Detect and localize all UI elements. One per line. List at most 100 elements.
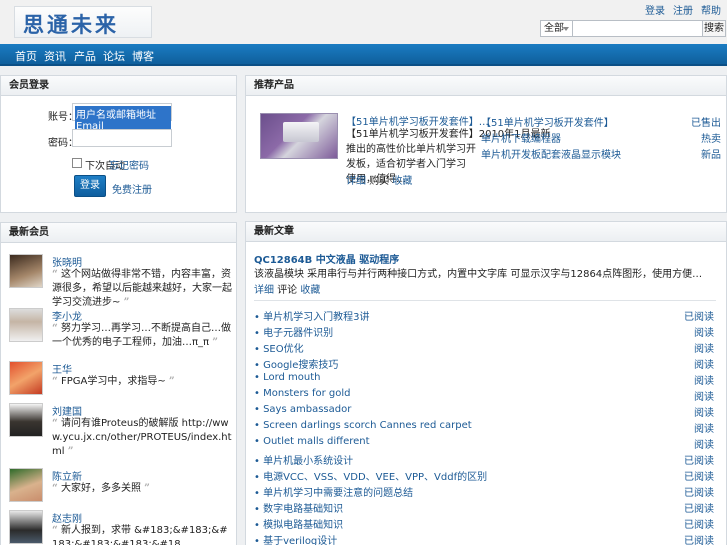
product-actions: 详细 购买 收藏 [346, 174, 412, 189]
product-fav-link[interactable]: 收藏 [392, 176, 412, 187]
article-comment-link[interactable]: 评论 [277, 285, 297, 296]
article-fav-link[interactable]: 收藏 [300, 285, 320, 296]
article-actions: 详细 评论 收藏 [254, 281, 320, 296]
article-title[interactable]: 电子元器件识别 [263, 328, 333, 339]
help-link[interactable]: 帮助 [701, 2, 721, 17]
article-title[interactable]: 电源VCC、VSS、VDD、VEE、VPP、Vddf的区别 [263, 472, 487, 483]
bullet-icon: • [254, 456, 264, 467]
list-item[interactable]: • Lord mouth 阅读 [254, 372, 714, 387]
search-scope-value: 全部 [544, 23, 564, 34]
user-status: “ 这个网站做得非常不错，内容丰富，资源很多，希望以后能越来越好，大家一起学习交… [52, 269, 232, 308]
user-name[interactable]: 王华 [52, 361, 72, 376]
article-title[interactable]: Screen darlings scorch Cannes red carpet [263, 420, 472, 431]
chevron-down-icon [563, 27, 569, 31]
list-item[interactable]: • 单片机学习中需要注意的问题总结 已阅读 [254, 484, 714, 499]
bullet-icon: • [254, 360, 264, 371]
list-item[interactable]: • Says ambassador 阅读 [254, 404, 714, 419]
list-item[interactable]: • 模拟电路基础知识 已阅读 [254, 516, 714, 531]
article-title[interactable]: 模拟电路基础知识 [263, 520, 343, 531]
article-title[interactable]: Outlet malls different [263, 436, 369, 447]
nav-item-blog[interactable]: 博客 [132, 48, 154, 64]
article-count: 已阅读 [684, 504, 714, 515]
article-title[interactable]: Says ambassador [263, 404, 351, 415]
login-button[interactable]: 登录 [74, 175, 106, 197]
list-item[interactable]: 【51单片机学习板开发套件】 已售出 [481, 114, 721, 129]
article-headline[interactable]: QC12864B 中文液晶 驱动程序 [254, 251, 399, 266]
products-panel: 推荐产品 【51单片机学习板开发套件】… 【51单片机学习板开发套件】2010年… [245, 75, 727, 213]
article-title[interactable]: SEO优化 [263, 344, 304, 355]
avatar[interactable] [9, 468, 43, 502]
product-detail-link[interactable]: 详细 [346, 176, 366, 187]
product-image[interactable] [260, 113, 338, 159]
avatar[interactable] [9, 254, 43, 288]
users-panel-title: 最新会员 [1, 223, 236, 243]
article-count: 阅读 [694, 360, 714, 371]
article-detail-link[interactable]: 详细 [254, 285, 274, 296]
site-logo[interactable]: 思通未来 [14, 6, 152, 38]
article-count: 阅读 [694, 424, 714, 435]
user-status: “ 努力学习…再学习…不断提高自己…做一个优秀的电子工程师，加油…π_π ” [52, 323, 231, 348]
product-title[interactable]: 【51单片机学习板开发套件】… [346, 113, 489, 128]
user-status: “ 请问有谁Proteus的破解版 http://www.ycu.jx.cn/o… [52, 418, 232, 457]
article-title[interactable]: Google搜索技巧 [263, 360, 338, 371]
remember-checkbox[interactable] [72, 158, 82, 168]
list-item[interactable]: • 电子元器件识别 阅读 [254, 324, 714, 339]
nav-item-products[interactable]: 产品 [74, 48, 96, 64]
bullet-icon: • [254, 344, 264, 355]
list-item[interactable]: • Screen darlings scorch Cannes red carp… [254, 420, 714, 435]
search-scope-select[interactable]: 全部 [540, 20, 573, 37]
list-item[interactable]: • SEO优化 阅读 [254, 340, 714, 355]
forgot-password-link[interactable]: 忘记密码 [109, 157, 149, 172]
list-item[interactable]: • 基于verilog设计 已阅读 [254, 532, 714, 545]
list-item[interactable]: • 电源VCC、VSS、VDD、VEE、VPP、Vddf的区别 已阅读 [254, 468, 714, 483]
search-input[interactable] [573, 20, 703, 37]
nav-item-home[interactable]: 首页 [15, 48, 37, 64]
article-summary: 该液晶模块 采用串行与并行两种接口方式，内置中文字库 可显示汉字与12864点阵… [254, 269, 703, 280]
user-name[interactable]: 张晓明 [52, 254, 82, 269]
list-item[interactable]: 单片机下载编程器 热卖 [481, 130, 721, 145]
product-buy-link[interactable]: 购买 [369, 176, 389, 187]
username-field[interactable]: 用户名或邮箱地址Email [72, 103, 172, 132]
list-item[interactable]: • 单片机学习入门教程3讲 已阅读 [254, 308, 714, 323]
bullet-icon: • [254, 436, 264, 447]
user-name[interactable]: 李小龙 [52, 308, 82, 323]
article-title[interactable]: 单片机最小系统设计 [263, 456, 353, 467]
article-count: 阅读 [694, 344, 714, 355]
article-title[interactable]: 单片机学习中需要注意的问题总结 [263, 488, 413, 499]
article-count: 阅读 [694, 408, 714, 419]
list-item[interactable]: • 数字电路基础知识 已阅读 [254, 500, 714, 515]
bullet-icon: • [254, 488, 264, 499]
avatar[interactable] [9, 361, 43, 395]
register-link[interactable]: 注册 [673, 2, 693, 17]
article-count: 阅读 [694, 328, 714, 339]
nav-item-news[interactable]: 资讯 [44, 48, 66, 64]
bullet-icon: • [254, 504, 264, 515]
password-field[interactable] [72, 129, 172, 147]
article-title[interactable]: Lord mouth [263, 372, 320, 383]
user-status: “ 新人报到，求带 &#183;&#183;&#183;&#183;&#183;… [52, 525, 228, 545]
nav-item-forum[interactable]: 论坛 [103, 48, 125, 64]
user-name[interactable]: 陈立新 [52, 468, 82, 483]
user-name[interactable]: 赵志刚 [52, 510, 82, 525]
main-nav: 首页 资讯 产品 论坛 博客 [0, 44, 727, 66]
article-title[interactable]: 基于verilog设计 [263, 536, 337, 545]
top-links: 登录 注册 帮助 [645, 2, 721, 17]
avatar[interactable] [9, 308, 43, 342]
avatar[interactable] [9, 510, 43, 544]
avatar[interactable] [9, 403, 43, 437]
article-title[interactable]: 单片机学习入门教程3讲 [263, 312, 369, 323]
list-item[interactable]: 单片机开发板配套液晶显示模块 新品 [481, 146, 721, 161]
user-name[interactable]: 刘建国 [52, 403, 82, 418]
article-count: 已阅读 [684, 488, 714, 499]
login-panel-title: 会员登录 [1, 76, 236, 96]
article-title[interactable]: 数字电路基础知识 [263, 504, 343, 515]
list-item[interactable]: • Google搜索技巧 阅读 [254, 356, 714, 371]
list-item[interactable]: • 单片机最小系统设计 已阅读 [254, 452, 714, 467]
list-item[interactable]: • Outlet malls different 阅读 [254, 436, 714, 451]
search-button[interactable]: 搜索 [703, 20, 726, 37]
article-title[interactable]: Monsters for gold [263, 388, 350, 399]
register-link[interactable]: 免费注册 [112, 181, 152, 196]
list-item[interactable]: • Monsters for gold 阅读 [254, 388, 714, 403]
list-item: 张晓明 “ 这个网站做得非常不错，内容丰富，资源很多，希望以后能越来越好，大家一… [9, 254, 233, 308]
login-link[interactable]: 登录 [645, 2, 665, 17]
